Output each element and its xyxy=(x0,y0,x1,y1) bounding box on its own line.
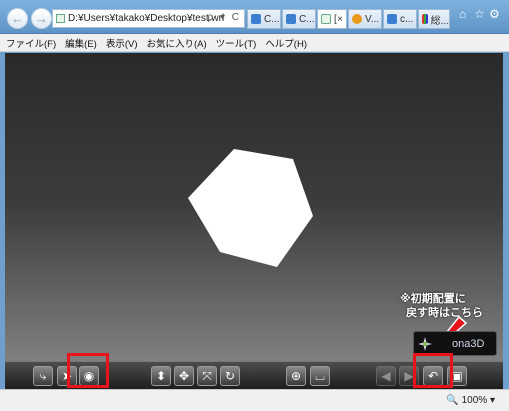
menu-view[interactable]: 表示(V) xyxy=(106,36,138,50)
prev-viewpoint-icon: ◀ xyxy=(381,369,391,383)
home-icon[interactable]: ⌂ xyxy=(459,7,466,21)
menu-file[interactable]: ファイル(F) xyxy=(6,36,56,50)
browser-title-bar: ← → D:¥Users¥takako¥Desktop¥test.wrl ρ ▾… xyxy=(0,0,509,34)
fit-icon: ▣ xyxy=(451,369,463,383)
tab-label: C... xyxy=(299,13,315,25)
walk-button[interactable]: ⤷ xyxy=(33,366,53,386)
tilt-button[interactable]: ⤧ xyxy=(197,366,217,386)
plan-icon: ⬍ xyxy=(155,369,167,383)
address-tools[interactable]: ρ ▾ C xyxy=(208,12,242,23)
straighten-icon: ⌴ xyxy=(315,368,325,383)
menu-edit[interactable]: 編集(E) xyxy=(65,36,97,50)
tab-6[interactable]: 総... xyxy=(418,9,450,29)
back-arrow-icon: ← xyxy=(11,11,24,26)
ie-page-icon xyxy=(286,14,296,24)
rotate-button[interactable]: ↻ xyxy=(220,366,240,386)
forward-button[interactable]: → xyxy=(31,8,52,29)
zoom-control[interactable]: 🔍 100% ▾ xyxy=(446,395,495,406)
menu-tools[interactable]: ツール(T) xyxy=(216,36,257,50)
plan-button[interactable]: ⬍ xyxy=(151,366,171,386)
vrml-viewer[interactable]: ※初期配置に 戻す時はこちら ona3D ⤷ ➤ ◉ ⬍ ✥ ⤧ ↻ ⊕ ⌴ ◀… xyxy=(5,53,503,389)
menu-help[interactable]: ヘルプ(H) xyxy=(265,36,307,50)
tab-5[interactable]: c... xyxy=(383,9,417,29)
cortona-logo-icon xyxy=(418,336,432,351)
ie-page-icon xyxy=(387,14,397,24)
prev-viewpoint-button[interactable]: ◀ xyxy=(376,366,396,386)
settings-gear-icon[interactable]: ⚙ xyxy=(489,7,500,21)
tab-active[interactable]: [ × xyxy=(317,9,347,29)
goto-icon: ⊕ xyxy=(290,369,302,383)
tilt-icon: ⤧ xyxy=(202,368,212,383)
close-tab-icon[interactable]: × xyxy=(337,14,343,25)
logo-text: ona3D xyxy=(452,337,485,350)
straighten-button[interactable]: ⌴ xyxy=(310,366,330,386)
walk-icon: ⤷ xyxy=(39,368,47,383)
file-page-icon xyxy=(321,14,331,24)
tab-4[interactable]: V... xyxy=(348,9,382,29)
site-favicon-icon xyxy=(422,14,428,24)
menu-bar: ファイル(F) 編集(E) 表示(V) お気に入り(A) ツール(T) ヘルプ(… xyxy=(0,34,509,52)
tab-label: V... xyxy=(365,13,380,25)
highlight-restore-button xyxy=(413,353,453,388)
site-favicon-icon xyxy=(352,14,362,24)
tab-label: C... xyxy=(264,13,280,25)
address-text: D:¥Users¥takako¥Desktop¥test.wrl xyxy=(68,13,225,24)
forward-arrow-icon: → xyxy=(35,11,48,26)
menu-favorites[interactable]: お気に入り(A) xyxy=(146,36,206,50)
status-bar: 🔍 100% ▾ xyxy=(0,389,509,411)
zoom-level: 100% xyxy=(461,395,488,406)
tab-label: c... xyxy=(400,13,414,25)
pan-button[interactable]: ✥ xyxy=(174,366,194,386)
ie-page-icon xyxy=(251,14,261,24)
tab-1[interactable]: C... xyxy=(247,9,281,29)
white-hexagon-shape[interactable] xyxy=(185,148,315,273)
tab-label: 総... xyxy=(430,15,449,27)
pan-icon: ✥ xyxy=(178,369,190,383)
goto-button[interactable]: ⊕ xyxy=(286,366,306,386)
annotation-line-1: ※初期配置に xyxy=(400,293,466,305)
highlight-examine-button xyxy=(67,353,109,388)
back-button[interactable]: ← xyxy=(7,8,28,29)
tab-2[interactable]: C... xyxy=(282,9,316,29)
rotate-icon: ↻ xyxy=(224,369,236,383)
page-file-icon xyxy=(56,14,65,23)
favorites-star-icon[interactable]: ☆ xyxy=(474,7,485,21)
address-bar[interactable]: D:¥Users¥takako¥Desktop¥test.wrl ρ ▾ C xyxy=(52,9,245,28)
